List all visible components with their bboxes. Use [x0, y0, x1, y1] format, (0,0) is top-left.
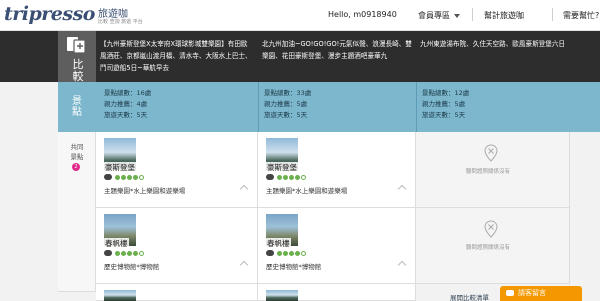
logo-tagline: 比較 查詢 旅遊 平台: [98, 19, 143, 25]
empty-note: 聽問證照關係沒有: [466, 245, 511, 251]
summary-col-1: 景點總數：16處 親力推薦：4處 旅遊天數：5天: [104, 88, 151, 121]
chat-button[interactable]: 請客留言: [500, 286, 582, 301]
recommended-count: 親力推薦：4處: [104, 100, 148, 108]
expand-icon[interactable]: [239, 184, 249, 194]
spot-category: 主題樂園*水上樂園和遊樂場: [266, 187, 348, 195]
member-menu-label: 會員專區: [418, 11, 450, 20]
trip-days: 旅遊天數：5天: [422, 111, 466, 119]
recommended-count: 親力推薦：5處: [264, 100, 308, 108]
expand-icon[interactable]: [239, 260, 249, 270]
owl-icon: [266, 174, 274, 180]
map-pin-off-icon: [484, 220, 498, 238]
spot-card[interactable]: 春帆樓 歷史博物館*博物館: [258, 208, 416, 284]
user-greeting: Hello, m0918940: [328, 10, 397, 19]
tripadvisor-rating: [104, 250, 145, 256]
summary-band: [96, 82, 600, 132]
spot-count: 景點總數：16處: [104, 89, 152, 97]
spot-card[interactable]: [96, 284, 258, 301]
spot-category: 主題樂園*水上樂園和遊樂場: [104, 187, 186, 195]
summary-col-3: 景點總數：12處 親力推薦：5處 旅遊天數：5天: [422, 88, 469, 121]
divider: [472, 8, 473, 21]
spot-photo: [266, 290, 298, 301]
common-spots-badge: 2: [72, 163, 80, 171]
spot-count: 景點總數：33處: [264, 89, 312, 97]
compare-icon: [67, 37, 86, 54]
top-header: tripresso 旅遊咖 比較 查詢 旅遊 平台 Hello, m091894…: [0, 0, 600, 31]
divider: [552, 8, 553, 21]
trip-title-3[interactable]: 九州東遊湯布院、久住天空路、歐風豪斯登堡六日: [416, 31, 600, 82]
chat-button-label: 請客留言: [518, 289, 546, 297]
recommended-count: 親力推薦：5處: [422, 100, 466, 108]
divider: [258, 82, 259, 132]
spot-category: 歷史博物館*博物館: [104, 263, 160, 271]
expand-icon[interactable]: [397, 260, 407, 270]
tripadvisor-rating: [266, 174, 307, 180]
common-spots-label: 共同景點: [70, 143, 84, 161]
summary-col-2: 景點總數：33處 親力推薦：5處 旅遊天數：5天: [264, 88, 311, 121]
spot-photo: [104, 290, 136, 301]
spot-name[interactable]: 春帆樓: [104, 238, 129, 249]
spot-category: 歷史博物館*博物館: [266, 263, 322, 271]
chevron-down-icon: [454, 13, 460, 18]
spots-label-cell: 景點: [58, 82, 96, 132]
spot-name[interactable]: 豪斯登堡: [104, 162, 136, 173]
spot-name[interactable]: 春帆樓: [266, 238, 291, 249]
trip-days: 旅遊天數：5天: [104, 111, 148, 119]
spot-card[interactable]: 豪斯登堡 主題樂園*水上樂園和遊樂場: [258, 132, 416, 208]
expand-compare-list-link[interactable]: 展開比較清單: [450, 292, 489, 301]
owl-icon: [104, 250, 112, 256]
tripadvisor-rating: [266, 250, 307, 256]
spot-card[interactable]: 春帆樓 歷史博物館*博物館: [96, 208, 258, 284]
spot-card[interactable]: [258, 284, 416, 301]
member-menu[interactable]: 會員專區: [418, 10, 460, 21]
trip-title-2[interactable]: 北九州加油~GO!GO!GO!元氣似聲、浪漫長崎、雙樂園、花田豪斯登堡、漫步主題…: [258, 31, 416, 82]
divider: [416, 82, 417, 132]
expand-icon[interactable]: [397, 184, 407, 194]
map-pin-off-icon: [484, 144, 498, 162]
spot-count: 景點總數：12處: [422, 89, 470, 97]
owl-icon: [266, 250, 274, 256]
empty-spot-cell: 聽問證照關係沒有: [416, 132, 570, 208]
tripadvisor-rating: [104, 174, 145, 180]
chat-icon: [506, 290, 514, 296]
spot-name[interactable]: 豪斯登堡: [266, 162, 298, 173]
empty-spot-cell: 聽問證照關係沒有: [416, 208, 570, 284]
trip-title-1[interactable]: 【九州豪斯登堡X太宰府X環球影城雙樂園】有田歐風酒莊、京都嵐山渡月橋、清水寺、大…: [96, 31, 258, 82]
spots-label: 景點: [72, 96, 82, 118]
trip-days: 旅遊天數：5天: [264, 111, 308, 119]
empty-note: 聽問證照關係沒有: [466, 169, 511, 175]
site-logo[interactable]: tripresso 旅遊咖 比較 查詢 旅遊 平台: [4, 3, 143, 29]
common-spots-cell: 共同景點 2: [58, 132, 96, 292]
design-trip-link[interactable]: 幫計旅遊咖: [484, 10, 524, 21]
owl-icon: [104, 174, 112, 180]
logo-wordmark: tripresso: [4, 3, 95, 25]
help-link[interactable]: 需要幫忙?: [563, 10, 599, 21]
spot-card[interactable]: 豪斯登堡 主題樂園*水上樂園和遊樂場: [96, 132, 258, 208]
